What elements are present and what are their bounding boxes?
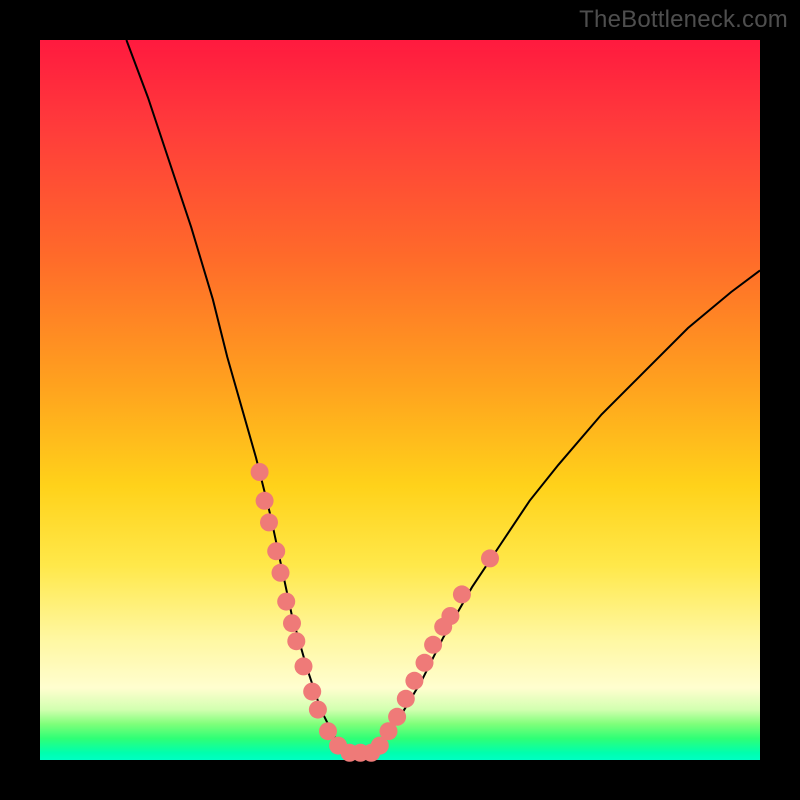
marker-dot [256, 492, 274, 510]
marker-dot [388, 708, 406, 726]
marker-dot [441, 607, 459, 625]
marker-dot [295, 657, 313, 675]
marker-dot [397, 690, 415, 708]
marker-dot [272, 564, 290, 582]
marker-dot [303, 683, 321, 701]
chart-frame: TheBottleneck.com [0, 0, 800, 800]
marker-group [251, 463, 499, 762]
marker-dot [251, 463, 269, 481]
marker-dot [453, 585, 471, 603]
plot-area [40, 40, 760, 760]
marker-dot [260, 513, 278, 531]
marker-dot [481, 549, 499, 567]
marker-dot [424, 636, 442, 654]
marker-dot [267, 542, 285, 560]
watermark-text: TheBottleneck.com [579, 6, 788, 34]
marker-dot [416, 654, 434, 672]
marker-dot [405, 672, 423, 690]
bottleneck-curve [126, 40, 760, 753]
chart-svg [40, 40, 760, 760]
marker-dot [287, 632, 305, 650]
marker-dot [277, 593, 295, 611]
marker-dot [283, 614, 301, 632]
marker-dot [309, 701, 327, 719]
